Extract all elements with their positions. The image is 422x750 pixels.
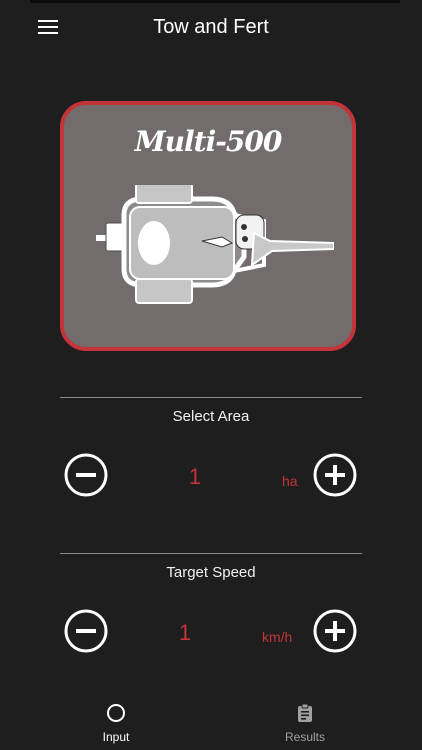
speed-value[interactable]: 1 <box>155 620 215 646</box>
fertilizer-spreader-illustration <box>96 185 334 304</box>
speed-label: Target Speed <box>166 564 256 581</box>
increase-area-button[interactable] <box>313 453 357 497</box>
page-title: Tow and Fert <box>153 16 269 38</box>
decrease-area-button[interactable] <box>64 453 108 497</box>
area-divider <box>60 397 362 398</box>
tab-results[interactable]: Results <box>255 703 355 744</box>
circle-icon <box>107 704 125 722</box>
speed-unit: km/h <box>262 629 293 645</box>
decrease-speed-button[interactable] <box>64 609 108 653</box>
machine-card: Multi-500 <box>60 101 356 351</box>
status-strip <box>30 0 400 3</box>
tab-results-label: Results <box>284 730 325 744</box>
tab-input-label: Input <box>102 730 130 744</box>
machine-model-name: Multi-500 <box>134 125 283 158</box>
area-unit: ha <box>282 473 298 489</box>
clipboard-icon <box>298 703 312 722</box>
area-value[interactable]: 1 <box>165 464 225 490</box>
tab-input[interactable]: Input <box>66 703 166 744</box>
increase-speed-button[interactable] <box>313 609 357 653</box>
area-label: Select Area <box>172 408 250 425</box>
speed-divider <box>60 553 362 554</box>
